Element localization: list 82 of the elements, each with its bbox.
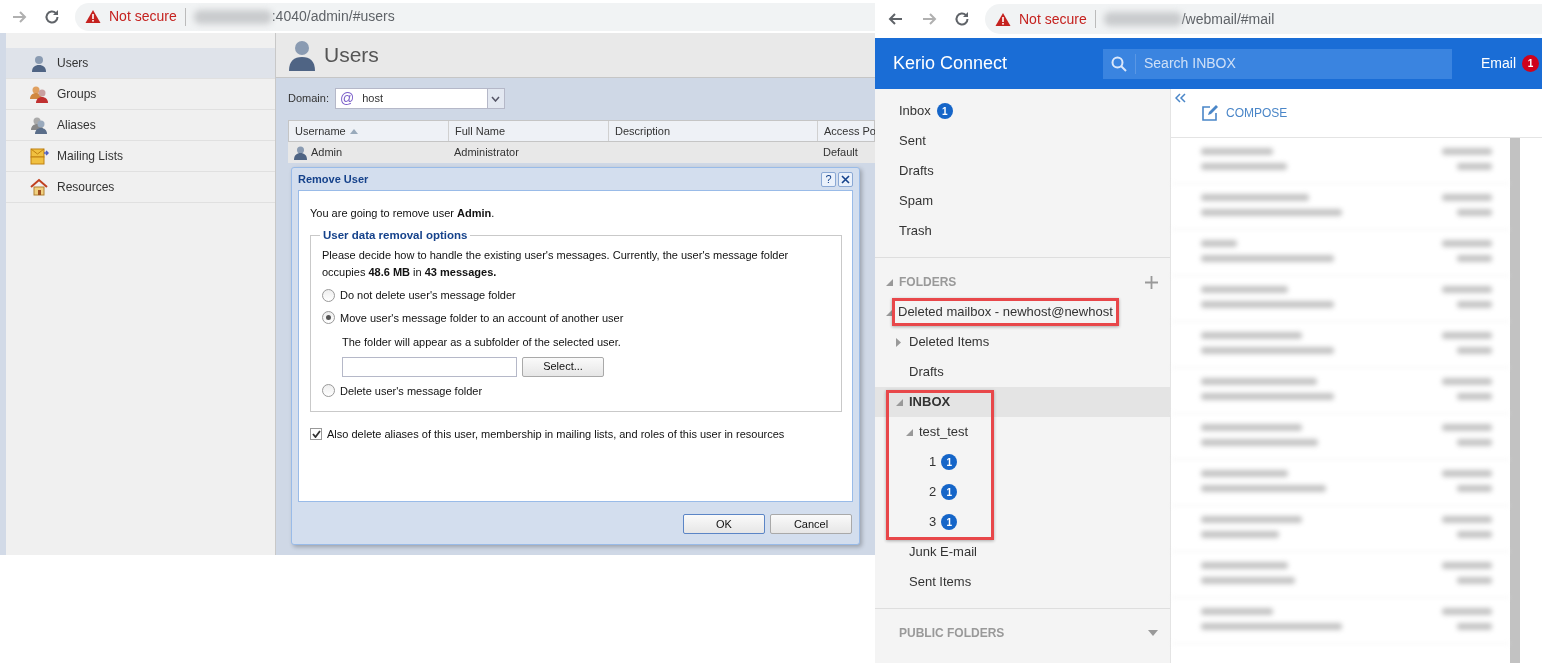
collapse-icon[interactable]: [1175, 93, 1186, 103]
close-icon: [841, 174, 850, 184]
close-button[interactable]: [838, 171, 853, 187]
user-icon: [288, 39, 316, 71]
search-field[interactable]: Search INBOX: [1103, 48, 1452, 79]
folder-item[interactable]: INBOX: [909, 392, 951, 412]
group-title: User data removal options: [322, 229, 469, 241]
domain-label: Domain:: [288, 91, 329, 107]
dialog-title: Remove User: [298, 171, 369, 187]
envelopes-icon: [30, 146, 49, 166]
folder-item[interactable]: Trash: [899, 221, 932, 241]
column-header[interactable]: Full Name: [449, 121, 609, 141]
hint-text: The folder will appear as a subfolder of the selected user.: [342, 336, 621, 348]
folder-item[interactable]: Spam: [899, 191, 933, 211]
checkbox[interactable]: [310, 428, 322, 441]
unread-badge: 1: [1522, 55, 1539, 72]
folder-item[interactable]: Deleted mailbox - newhost@newhost: [892, 298, 1119, 326]
dropdown-icon: [491, 95, 501, 102]
house-icon: [30, 177, 49, 197]
sidebar-item[interactable]: Users: [6, 48, 275, 79]
group-icon: [30, 84, 49, 104]
sidebar-item[interactable]: Aliases: [6, 110, 275, 141]
checkbox-label[interactable]: Also delete aliases of this user, membership in mailing lists, and roles of this user in resources: [327, 426, 785, 443]
select-button[interactable]: Select...: [522, 356, 604, 377]
scrollbar[interactable]: [1510, 138, 1520, 663]
radio-label[interactable]: Delete user's message folder: [340, 382, 483, 399]
unread-badge: 1: [941, 514, 958, 530]
search-input[interactable]: Search INBOX: [1135, 53, 1445, 74]
dialog-button[interactable]: OK: [683, 514, 765, 534]
sidebar-item[interactable]: Resources: [6, 172, 275, 203]
warning-icon: [85, 9, 101, 24]
people-icon: [30, 115, 49, 135]
table-cell-text: Admin: [311, 145, 343, 161]
radio-button[interactable]: [322, 311, 335, 325]
folder-item[interactable]: Sent Items: [909, 572, 972, 592]
user-icon: [30, 53, 49, 73]
folder-item[interactable]: Sent: [899, 131, 926, 151]
intro-text: You are going to remove user Admin.: [310, 206, 496, 221]
folder-item[interactable]: Inbox: [899, 101, 931, 121]
radio-button[interactable]: [322, 384, 335, 398]
expand-icon[interactable]: [1148, 630, 1158, 636]
reload-icon[interactable]: [953, 10, 971, 28]
column-header[interactable]: Description: [609, 121, 818, 141]
folder-item[interactable]: test_test: [919, 422, 969, 442]
domain-combo[interactable]: @ host: [334, 88, 505, 109]
address-text[interactable]: :4040/admin/#users: [271, 6, 395, 27]
reload-icon[interactable]: [43, 7, 61, 26]
dialog-button[interactable]: Cancel: [770, 514, 852, 534]
radio-label[interactable]: Do not delete user's message folder: [340, 287, 516, 304]
search-icon: [1111, 55, 1127, 72]
radio-label[interactable]: Move user's message folder to an account of another user: [340, 309, 624, 326]
column-header[interactable]: Username: [289, 121, 449, 141]
address-text[interactable]: /webmail/#mail: [1181, 8, 1275, 30]
table-cell-text: Administrator: [454, 145, 519, 161]
user-icon: [294, 145, 307, 160]
unread-badge: 1: [941, 484, 958, 500]
sidebar-item[interactable]: Groups: [6, 79, 275, 110]
pencil-icon: [1202, 105, 1218, 121]
security-label[interactable]: Not secure: [109, 6, 177, 27]
folder-item[interactable]: 1: [929, 452, 937, 472]
unread-badge: 1: [936, 103, 953, 119]
folder-item[interactable]: Drafts: [909, 362, 944, 382]
plus-icon[interactable]: [1145, 275, 1158, 289]
folder-item[interactable]: Deleted Items: [909, 332, 990, 352]
help-button[interactable]: ?: [821, 171, 836, 187]
app-title: Kerio Connect: [893, 52, 1009, 75]
description-text: Please decide how to handle the existing user's messages. Currently, the user's message folder occupies 48.6 MB in 43 messages.: [322, 248, 790, 280]
folder-item[interactable]: 2: [929, 482, 937, 502]
check-icon: [311, 430, 321, 439]
warning-icon: [995, 11, 1011, 27]
folder-item[interactable]: 3: [929, 512, 937, 532]
compose-button[interactable]: COMPOSE: [1202, 104, 1288, 122]
sidebar-item[interactable]: Mailing Lists: [6, 141, 275, 172]
radio-button[interactable]: [322, 288, 335, 302]
security-label[interactable]: Not secure: [1019, 8, 1087, 30]
table-cell-text: Default: [823, 145, 858, 161]
folder-item[interactable]: Drafts: [899, 161, 934, 181]
unread-badge: 1: [941, 454, 958, 470]
email-tab[interactable]: Email: [1481, 53, 1516, 74]
page-title: Users: [324, 42, 379, 69]
folder-item[interactable]: Junk E-mail: [909, 542, 977, 562]
user-field[interactable]: [342, 356, 517, 377]
